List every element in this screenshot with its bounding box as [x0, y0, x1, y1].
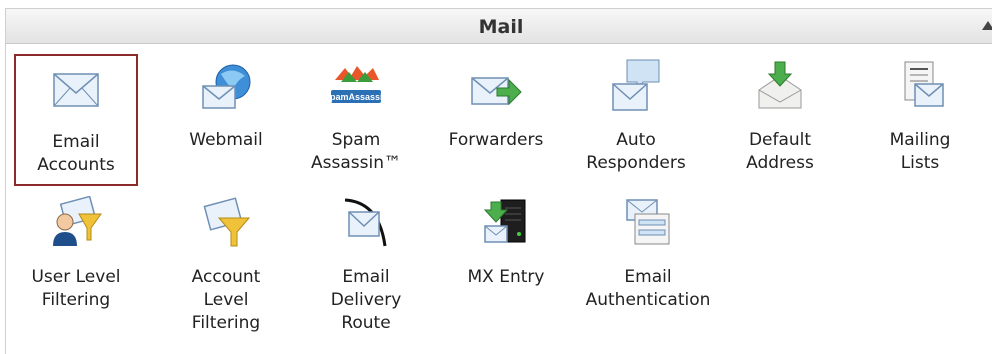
envelope-form-icon	[621, 196, 675, 248]
collapse-arrow-icon[interactable]	[982, 21, 992, 30]
account-level-filtering-button[interactable]: Account Level Filtering	[164, 194, 288, 333]
envelope-download-icon	[753, 60, 807, 112]
mail-panel: Mail Email Accounts Webmail pamAssassi S…	[5, 8, 992, 354]
panel-title: Mail	[478, 16, 524, 38]
spamassassin-icon: SpamAssassin	[329, 60, 383, 112]
mailing-lists-button[interactable]: Mailing Lists	[858, 54, 982, 186]
item-label: Forwarders	[448, 130, 544, 150]
email-accounts-button[interactable]: Email Accounts	[14, 54, 138, 186]
envelope-icon	[49, 64, 103, 116]
envelope-filter-icon	[199, 196, 253, 248]
item-label: Auto Responders	[586, 130, 686, 173]
item-label: Email Accounts	[37, 132, 115, 175]
envelope-arrow-icon	[469, 64, 523, 116]
webmail-button[interactable]: Webmail	[164, 54, 288, 186]
user-filter-icon	[49, 196, 103, 248]
mx-entry-button[interactable]: MX Entry	[444, 194, 568, 326]
item-label: Default Address	[746, 130, 814, 173]
item-label: Account Level Filtering	[191, 267, 261, 333]
svg-text:SpamAssassin: SpamAssassin	[329, 92, 383, 102]
globe-envelope-icon	[199, 62, 253, 114]
item-label: Email Delivery Route	[330, 267, 402, 333]
auto-responders-button[interactable]: Auto Responders	[574, 54, 698, 186]
envelope-speech-icon	[609, 58, 663, 111]
email-authentication-button[interactable]: Email Authentication	[586, 194, 710, 326]
server-envelope-icon	[479, 196, 533, 248]
item-label: Email Authentication	[585, 267, 711, 310]
forwarders-button[interactable]: Forwarders	[434, 54, 558, 186]
item-label: Mailing Lists	[889, 130, 951, 173]
item-label: Webmail	[189, 130, 263, 150]
list-envelope-icon	[893, 60, 947, 112]
email-delivery-route-button[interactable]: Email Delivery Route	[304, 194, 428, 333]
user-level-filtering-button[interactable]: User Level Filtering	[14, 194, 138, 326]
default-address-button[interactable]: Default Address	[718, 54, 842, 186]
item-label: Spam Assassin™	[311, 130, 401, 173]
panel-header[interactable]: Mail	[6, 9, 992, 44]
item-label: MX Entry	[467, 267, 545, 287]
spamassassin-button[interactable]: SpamAssassin Spam Assassin™	[294, 54, 418, 186]
item-label: User Level Filtering	[31, 267, 121, 310]
envelope-route-icon	[339, 196, 393, 248]
